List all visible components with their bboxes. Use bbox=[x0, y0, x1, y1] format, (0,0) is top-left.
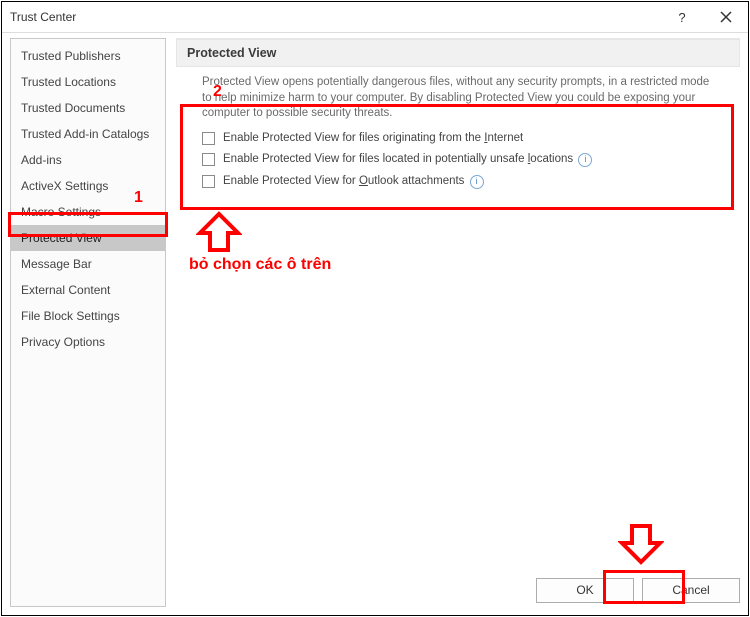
window-title: Trust Center bbox=[10, 10, 76, 24]
info-icon[interactable]: i bbox=[470, 175, 484, 189]
check-row-outlook-attachments: Enable Protected View for Outlook attach… bbox=[176, 171, 740, 193]
cancel-button[interactable]: Cancel bbox=[642, 578, 740, 603]
sidebar-item-activex-settings[interactable]: ActiveX Settings bbox=[11, 173, 165, 199]
section-header: Protected View bbox=[176, 39, 740, 67]
content-pane: Protected View Protected View opens pote… bbox=[176, 38, 740, 569]
sidebar-item-protected-view[interactable]: Protected View bbox=[11, 225, 165, 251]
footer: OK Cancel bbox=[536, 573, 740, 607]
help-button[interactable]: ? bbox=[660, 2, 704, 32]
dialog-body: Trusted Publishers Trusted Locations Tru… bbox=[2, 32, 748, 615]
sidebar-item-message-bar[interactable]: Message Bar bbox=[11, 251, 165, 277]
section-description: Protected View opens potentially dangero… bbox=[176, 75, 732, 122]
sidebar-item-trusted-addin-catalogs[interactable]: Trusted Add-in Catalogs bbox=[11, 121, 165, 147]
check-row-unsafe-locations: Enable Protected View for files located … bbox=[176, 149, 740, 171]
trust-center-window: Trust Center ? Trusted Publishers Truste… bbox=[1, 1, 749, 616]
sidebar-item-trusted-locations[interactable]: Trusted Locations bbox=[11, 69, 165, 95]
sidebar-item-file-block-settings[interactable]: File Block Settings bbox=[11, 303, 165, 329]
sidebar-item-macro-settings[interactable]: Macro Settings bbox=[11, 199, 165, 225]
checkbox-outlook-attachments[interactable] bbox=[202, 175, 215, 188]
sidebar-item-trusted-publishers[interactable]: Trusted Publishers bbox=[11, 43, 165, 69]
category-sidebar: Trusted Publishers Trusted Locations Tru… bbox=[10, 38, 166, 607]
info-icon[interactable]: i bbox=[578, 153, 592, 167]
ok-button[interactable]: OK bbox=[536, 578, 634, 603]
sidebar-item-privacy-options[interactable]: Privacy Options bbox=[11, 329, 165, 355]
close-button[interactable] bbox=[704, 2, 748, 32]
checkbox-label: Enable Protected View for files originat… bbox=[223, 132, 523, 144]
close-icon bbox=[720, 11, 732, 23]
sidebar-item-add-ins[interactable]: Add-ins bbox=[11, 147, 165, 173]
checkbox-label: Enable Protected View for Outlook attach… bbox=[223, 175, 484, 189]
checkbox-label: Enable Protected View for files located … bbox=[223, 153, 592, 167]
sidebar-item-trusted-documents[interactable]: Trusted Documents bbox=[11, 95, 165, 121]
check-row-internet-files: Enable Protected View for files originat… bbox=[176, 128, 740, 149]
sidebar-item-external-content[interactable]: External Content bbox=[11, 277, 165, 303]
checkbox-internet-files[interactable] bbox=[202, 132, 215, 145]
titlebar: Trust Center ? bbox=[2, 2, 748, 33]
checkbox-unsafe-locations[interactable] bbox=[202, 153, 215, 166]
